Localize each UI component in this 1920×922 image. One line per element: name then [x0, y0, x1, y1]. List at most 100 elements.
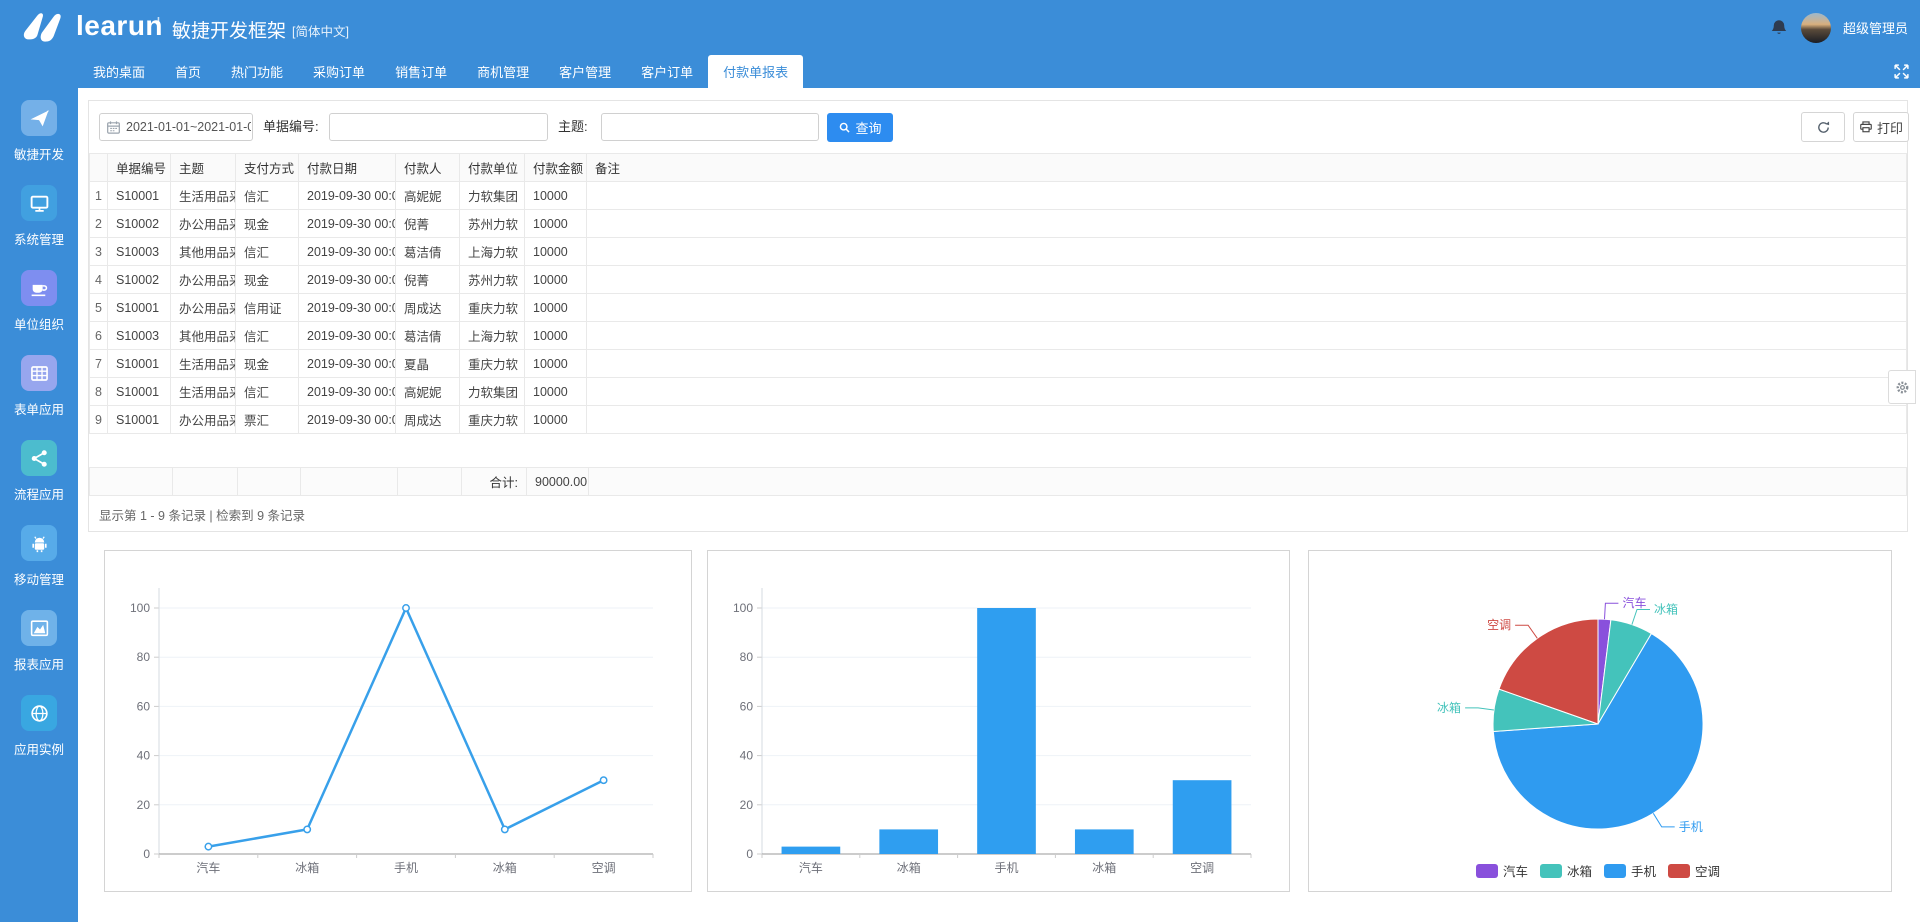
sidebar-item-1[interactable]: 系统管理: [0, 185, 78, 248]
sidebar-item-0[interactable]: 敏捷开发: [0, 100, 78, 163]
notification-bell-icon[interactable]: [1769, 18, 1789, 38]
table-cell: S10001: [108, 182, 171, 210]
sidebar-item-7[interactable]: 应用实例: [0, 695, 78, 758]
column-header[interactable]: 主题: [171, 154, 236, 182]
sidebar: 敏捷开发系统管理单位组织表单应用流程应用移动管理报表应用应用实例: [0, 88, 78, 922]
row-number: 7: [90, 350, 108, 378]
legend-item[interactable]: 空调: [1668, 864, 1720, 879]
search-button[interactable]: 查询: [827, 113, 893, 142]
svg-text:汽车: 汽车: [196, 860, 220, 875]
svg-text:冰箱: 冰箱: [1654, 601, 1678, 616]
tab-item-0[interactable]: 我的桌面: [78, 55, 160, 88]
row-number: 9: [90, 406, 108, 434]
table-row[interactable]: 9S10001办公用品采购票汇2019-09-30 00:00:00周成达重庆力…: [90, 406, 1907, 434]
user-name: 超级管理员: [1843, 18, 1908, 37]
header-divider: |: [156, 15, 161, 37]
svg-text:60: 60: [137, 699, 151, 713]
tab-item-5[interactable]: 商机管理: [462, 55, 544, 88]
user-avatar[interactable]: [1801, 13, 1831, 43]
tab-list: 我的桌面首页热门功能采购订单销售订单商机管理客户管理客户订单付款单报表: [78, 55, 803, 88]
table-cell: 倪菁: [396, 210, 460, 238]
svg-text:空调: 空调: [1190, 861, 1214, 875]
print-button[interactable]: 打印: [1853, 112, 1909, 142]
order-no-input[interactable]: [329, 113, 548, 141]
payment-report-panel: 单据编号: 主题: 查询 打印 单据编号主题支付方式付款日期付款人付款单位付款金…: [88, 100, 1908, 532]
column-header[interactable]: 备注: [587, 154, 1907, 182]
table-cell: 倪菁: [396, 266, 460, 294]
svg-text:汽车: 汽车: [799, 860, 823, 875]
svg-text:冰箱: 冰箱: [897, 860, 921, 875]
settings-gear-button[interactable]: [1888, 370, 1916, 404]
sidebar-item-5[interactable]: 移动管理: [0, 525, 78, 588]
table-row[interactable]: 8S10001生活用品采购信汇2019-09-30 00:00:00高妮妮力软集…: [90, 378, 1907, 406]
column-header[interactable]: 付款金额: [525, 154, 587, 182]
refresh-button[interactable]: [1801, 112, 1845, 142]
table-cell: 2019-09-30 00:00:00: [299, 294, 396, 322]
table-row[interactable]: 3S10003其他用品采购信汇2019-09-30 00:00:00葛洁倩上海力…: [90, 238, 1907, 266]
column-header[interactable]: 付款日期: [299, 154, 396, 182]
row-number: 8: [90, 378, 108, 406]
tab-item-7[interactable]: 客户订单: [626, 55, 708, 88]
monitor-icon: [21, 185, 57, 221]
tab-item-4[interactable]: 销售订单: [380, 55, 462, 88]
column-header[interactable]: 付款单位: [460, 154, 525, 182]
legend-item[interactable]: 汽车: [1476, 864, 1528, 879]
svg-text:汽车: 汽车: [1622, 595, 1646, 610]
table-cell: 重庆力软: [460, 406, 525, 434]
sidebar-item-3[interactable]: 表单应用: [0, 355, 78, 418]
row-number-header: [90, 154, 108, 182]
legend-item[interactable]: 手机: [1604, 864, 1657, 879]
svg-text:手机: 手机: [394, 861, 418, 875]
table-cell: 2019-09-30 00:00:00: [299, 322, 396, 350]
svg-text:冰箱: 冰箱: [1567, 864, 1592, 879]
table-row[interactable]: 2S10002办公用品采购现金2019-09-30 00:00:00倪菁苏州力软…: [90, 210, 1907, 238]
date-range-input[interactable]: [99, 113, 253, 141]
fullscreen-icon[interactable]: [1893, 63, 1910, 80]
table-cell: 10000: [525, 350, 587, 378]
date-range-value[interactable]: [126, 120, 251, 134]
sidebar-item-label: 应用实例: [0, 739, 78, 758]
sidebar-item-label: 单位组织: [0, 314, 78, 333]
tab-item-6[interactable]: 客户管理: [544, 55, 626, 88]
table-cell: 办公用品采购: [171, 266, 236, 294]
line-chart: 020406080100汽车冰箱手机冰箱空调: [104, 550, 692, 892]
table-cell: 高妮妮: [396, 378, 460, 406]
subject-input[interactable]: [601, 113, 819, 141]
summary-cell: [238, 468, 301, 496]
table-cell: S10002: [108, 266, 171, 294]
sidebar-item-6[interactable]: 报表应用: [0, 610, 78, 673]
table-cell: 重庆力软: [460, 294, 525, 322]
gear-icon: [1895, 380, 1910, 395]
table-cell: [587, 378, 1907, 406]
chart-area-icon: [21, 610, 57, 646]
table-cell: 10000: [525, 238, 587, 266]
table-row[interactable]: 1S10001生活用品采购信汇2019-09-30 00:00:00高妮妮力软集…: [90, 182, 1907, 210]
column-header[interactable]: 单据编号: [108, 154, 171, 182]
legend-item[interactable]: 冰箱: [1540, 864, 1592, 879]
svg-text:冰箱: 冰箱: [1092, 860, 1116, 875]
tab-item-3[interactable]: 采购订单: [298, 55, 380, 88]
svg-text:20: 20: [137, 798, 151, 812]
table-row[interactable]: 5S10001办公用品采购信用证2019-09-30 00:00:00周成达重庆…: [90, 294, 1907, 322]
tab-item-8[interactable]: 付款单报表: [708, 55, 803, 88]
column-header[interactable]: 支付方式: [236, 154, 299, 182]
table-cell: 现金: [236, 210, 299, 238]
table-row[interactable]: 6S10003其他用品采购信汇2019-09-30 00:00:00葛洁倩上海力…: [90, 322, 1907, 350]
tab-bar: 我的桌面首页热门功能采购订单销售订单商机管理客户管理客户订单付款单报表: [0, 55, 1920, 88]
column-header[interactable]: 付款人: [396, 154, 460, 182]
svg-text:20: 20: [740, 798, 754, 812]
row-number: 1: [90, 182, 108, 210]
summary-cell: [90, 468, 173, 496]
table-row[interactable]: 4S10002办公用品采购现金2019-09-30 00:00:00倪菁苏州力软…: [90, 266, 1907, 294]
tab-item-2[interactable]: 热门功能: [216, 55, 298, 88]
sidebar-item-2[interactable]: 单位组织: [0, 270, 78, 333]
table-cell: [587, 238, 1907, 266]
svg-text:40: 40: [740, 749, 754, 763]
tab-item-1[interactable]: 首页: [160, 55, 216, 88]
table-row[interactable]: 7S10001生活用品采购现金2019-09-30 00:00:00夏晶重庆力软…: [90, 350, 1907, 378]
svg-text:空调: 空调: [1487, 618, 1511, 632]
summary-cell: [173, 468, 238, 496]
sidebar-item-4[interactable]: 流程应用: [0, 440, 78, 503]
grid-table-icon: [21, 355, 57, 391]
subject-label: 主题:: [558, 113, 588, 141]
